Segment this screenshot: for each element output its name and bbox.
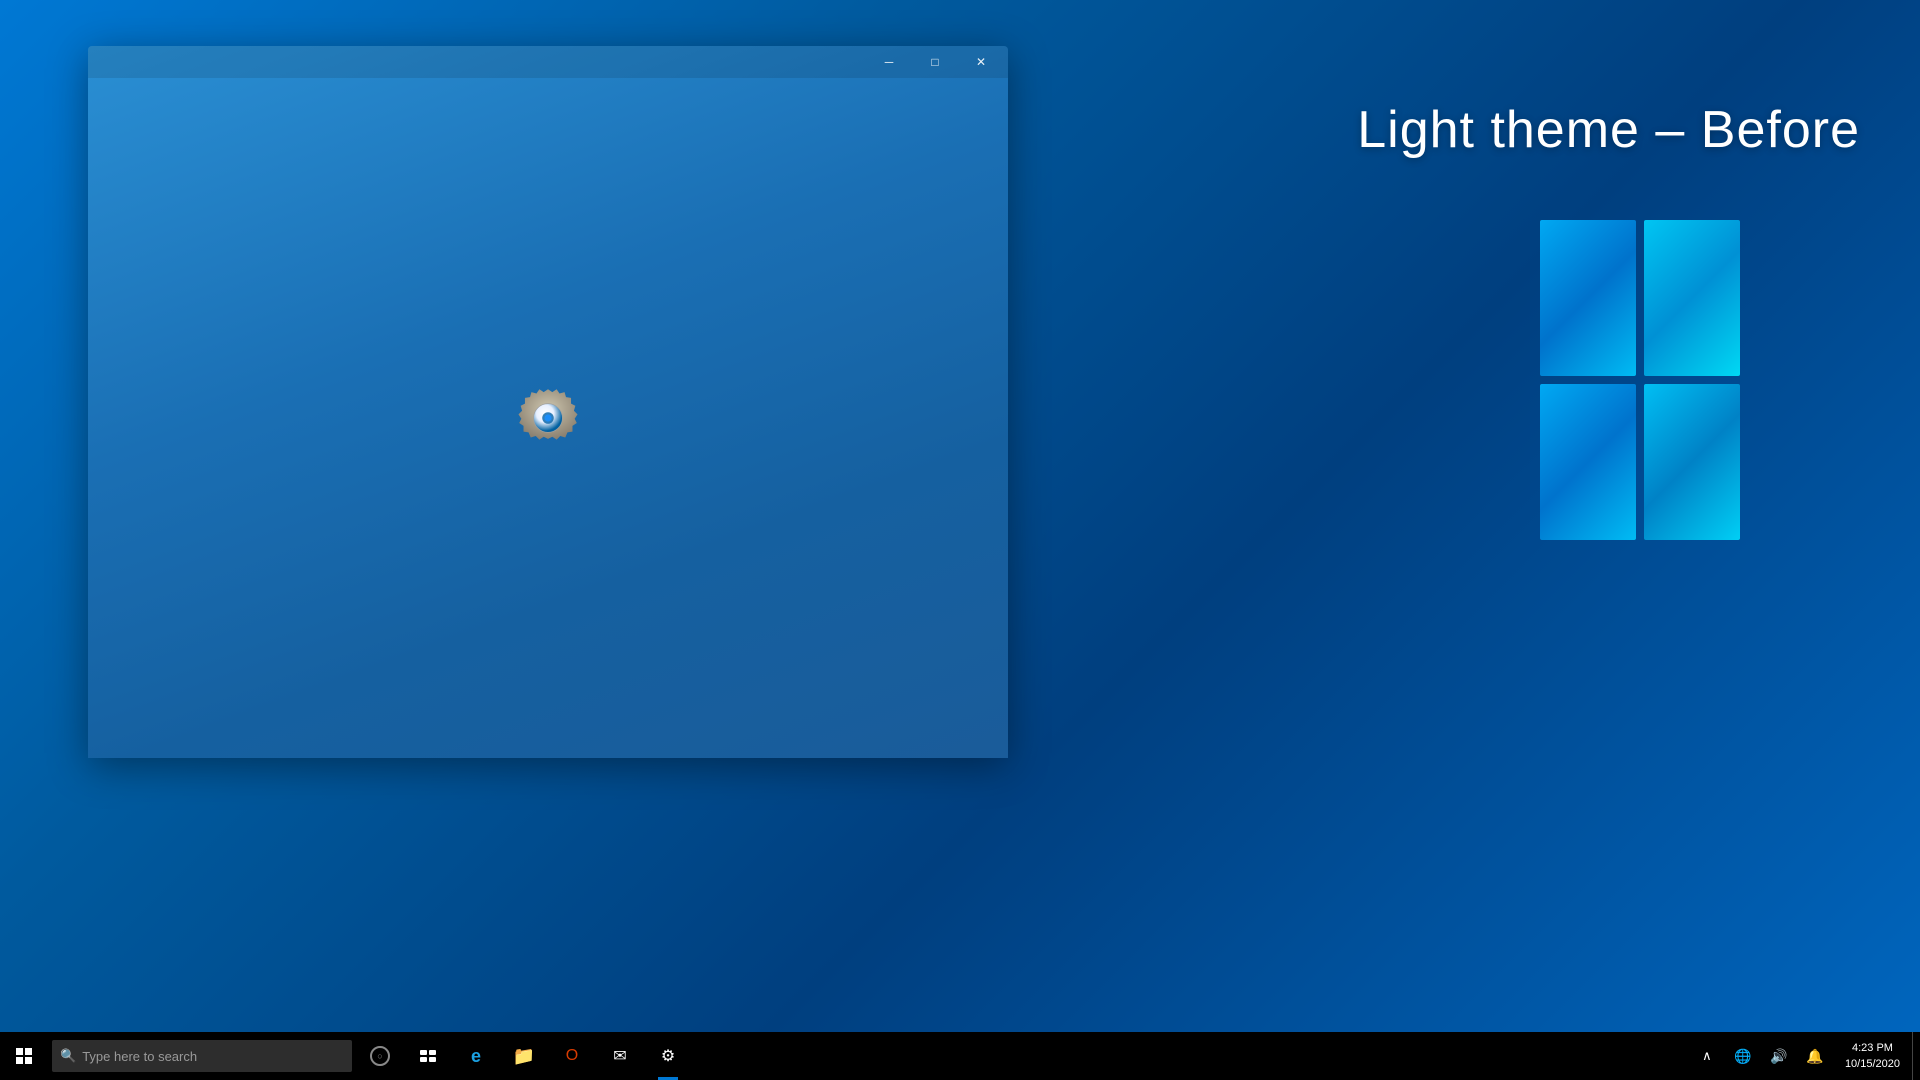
volume-icon: 🔊 (1770, 1048, 1787, 1065)
clock-date: 10/15/2020 (1845, 1056, 1900, 1073)
network-icon: 🌐 (1734, 1048, 1751, 1065)
system-tray: ∧ 🌐 🔊 🔔 4:23 PM 10/15/2020 (1689, 1032, 1920, 1080)
cortana-icon: ○ (370, 1046, 390, 1066)
search-bar[interactable]: 🔍 Type here to search (52, 1040, 352, 1072)
settings-gear-icon (512, 382, 584, 454)
office-icon: O (566, 1047, 578, 1065)
chevron-up-icon: ∧ (1702, 1048, 1712, 1064)
taskbar: 🔍 Type here to search ○ (0, 1032, 1920, 1080)
settings-taskbar-button[interactable]: ⚙ (644, 1032, 692, 1080)
task-view-button[interactable] (404, 1032, 452, 1080)
window-content (88, 78, 1008, 758)
win-tile-1 (1540, 220, 1636, 376)
search-placeholder-text: Type here to search (82, 1049, 197, 1064)
win-tile-4 (1644, 384, 1740, 540)
show-desktop-button[interactable] (1912, 1032, 1920, 1080)
title-bar: ─ □ ✕ (88, 46, 1008, 78)
mail-button[interactable]: ✉ (596, 1032, 644, 1080)
office-button[interactable]: O (548, 1032, 596, 1080)
desktop: Light theme – Before ─ □ ✕ (0, 0, 1920, 1080)
clock-area[interactable]: 4:23 PM 10/15/2020 (1833, 1032, 1912, 1080)
clock-time: 4:23 PM (1852, 1040, 1893, 1057)
search-icon: 🔍 (60, 1048, 76, 1064)
network-icon-button[interactable]: 🌐 (1725, 1032, 1761, 1080)
windows-logo (1540, 220, 1760, 580)
theme-label: Light theme – Before (1357, 100, 1860, 160)
restore-button[interactable]: □ (912, 46, 958, 78)
close-button[interactable]: ✕ (958, 46, 1004, 78)
notifications-icon: 🔔 (1806, 1048, 1823, 1065)
win-tile-2 (1644, 220, 1740, 376)
task-view-icon (420, 1050, 436, 1062)
edge-button[interactable]: e (452, 1032, 500, 1080)
mail-icon: ✉ (613, 1046, 626, 1066)
show-hidden-icons-button[interactable]: ∧ (1689, 1032, 1725, 1080)
settings-taskbar-icon: ⚙ (661, 1046, 675, 1066)
volume-icon-button[interactable]: 🔊 (1761, 1032, 1797, 1080)
win-tile-3 (1540, 384, 1636, 540)
file-explorer-button[interactable]: 📁 (500, 1032, 548, 1080)
start-button[interactable] (0, 1032, 48, 1080)
minimize-button[interactable]: ─ (866, 46, 912, 78)
notifications-icon-button[interactable]: 🔔 (1797, 1032, 1833, 1080)
folder-icon: 📁 (513, 1046, 535, 1067)
cortana-button[interactable]: ○ (356, 1032, 404, 1080)
settings-window: ─ □ ✕ (88, 46, 1008, 758)
edge-icon: e (471, 1046, 481, 1067)
windows-start-icon (16, 1048, 32, 1064)
gear-container (512, 382, 584, 454)
